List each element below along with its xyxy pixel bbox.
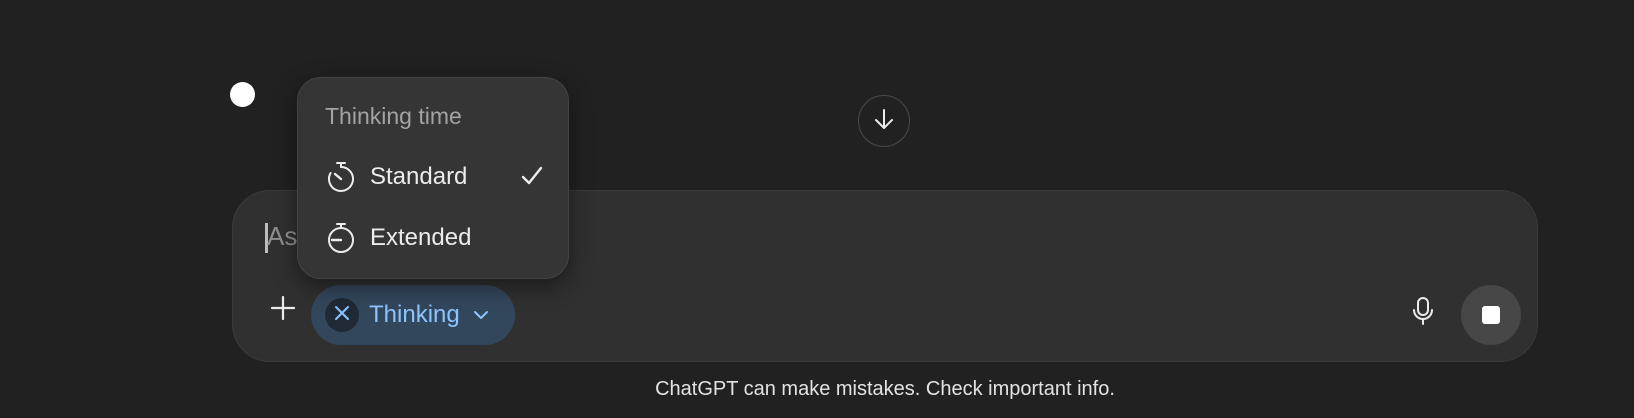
stop-icon	[1482, 306, 1500, 324]
close-icon	[334, 305, 350, 326]
status-indicator-dot	[230, 82, 255, 107]
checkmark-icon	[518, 162, 546, 190]
menu-item-extended[interactable]: Extended	[312, 211, 556, 265]
microphone-icon	[1411, 296, 1435, 331]
chat-stage: As Thinking Thinking time Standard Exten…	[0, 0, 1634, 418]
thinking-mode-pill[interactable]: Thinking	[311, 285, 515, 345]
stopwatch-extended-icon	[324, 221, 358, 255]
thinking-time-menu: Thinking time Standard Extended	[297, 77, 569, 279]
menu-title: Thinking time	[325, 103, 462, 129]
prompt-input[interactable]: As	[267, 221, 297, 252]
plus-icon	[269, 294, 297, 327]
dictate-button[interactable]	[1397, 287, 1449, 339]
menu-item-label: Extended	[370, 224, 472, 251]
menu-item-label: Standard	[370, 163, 468, 190]
arrow-down-icon	[872, 107, 896, 136]
remove-mode-button[interactable]	[325, 298, 359, 332]
stop-generating-button[interactable]	[1461, 285, 1521, 345]
stopwatch-standard-icon	[324, 160, 358, 194]
menu-item-standard[interactable]: Standard	[312, 150, 556, 204]
scroll-to-bottom-button[interactable]	[858, 95, 910, 147]
chevron-down-icon	[472, 306, 490, 324]
disclaimer-text: ChatGPT can make mistakes. Check importa…	[655, 378, 1115, 400]
add-attachment-button[interactable]	[257, 284, 309, 336]
thinking-mode-label: Thinking	[369, 301, 460, 328]
